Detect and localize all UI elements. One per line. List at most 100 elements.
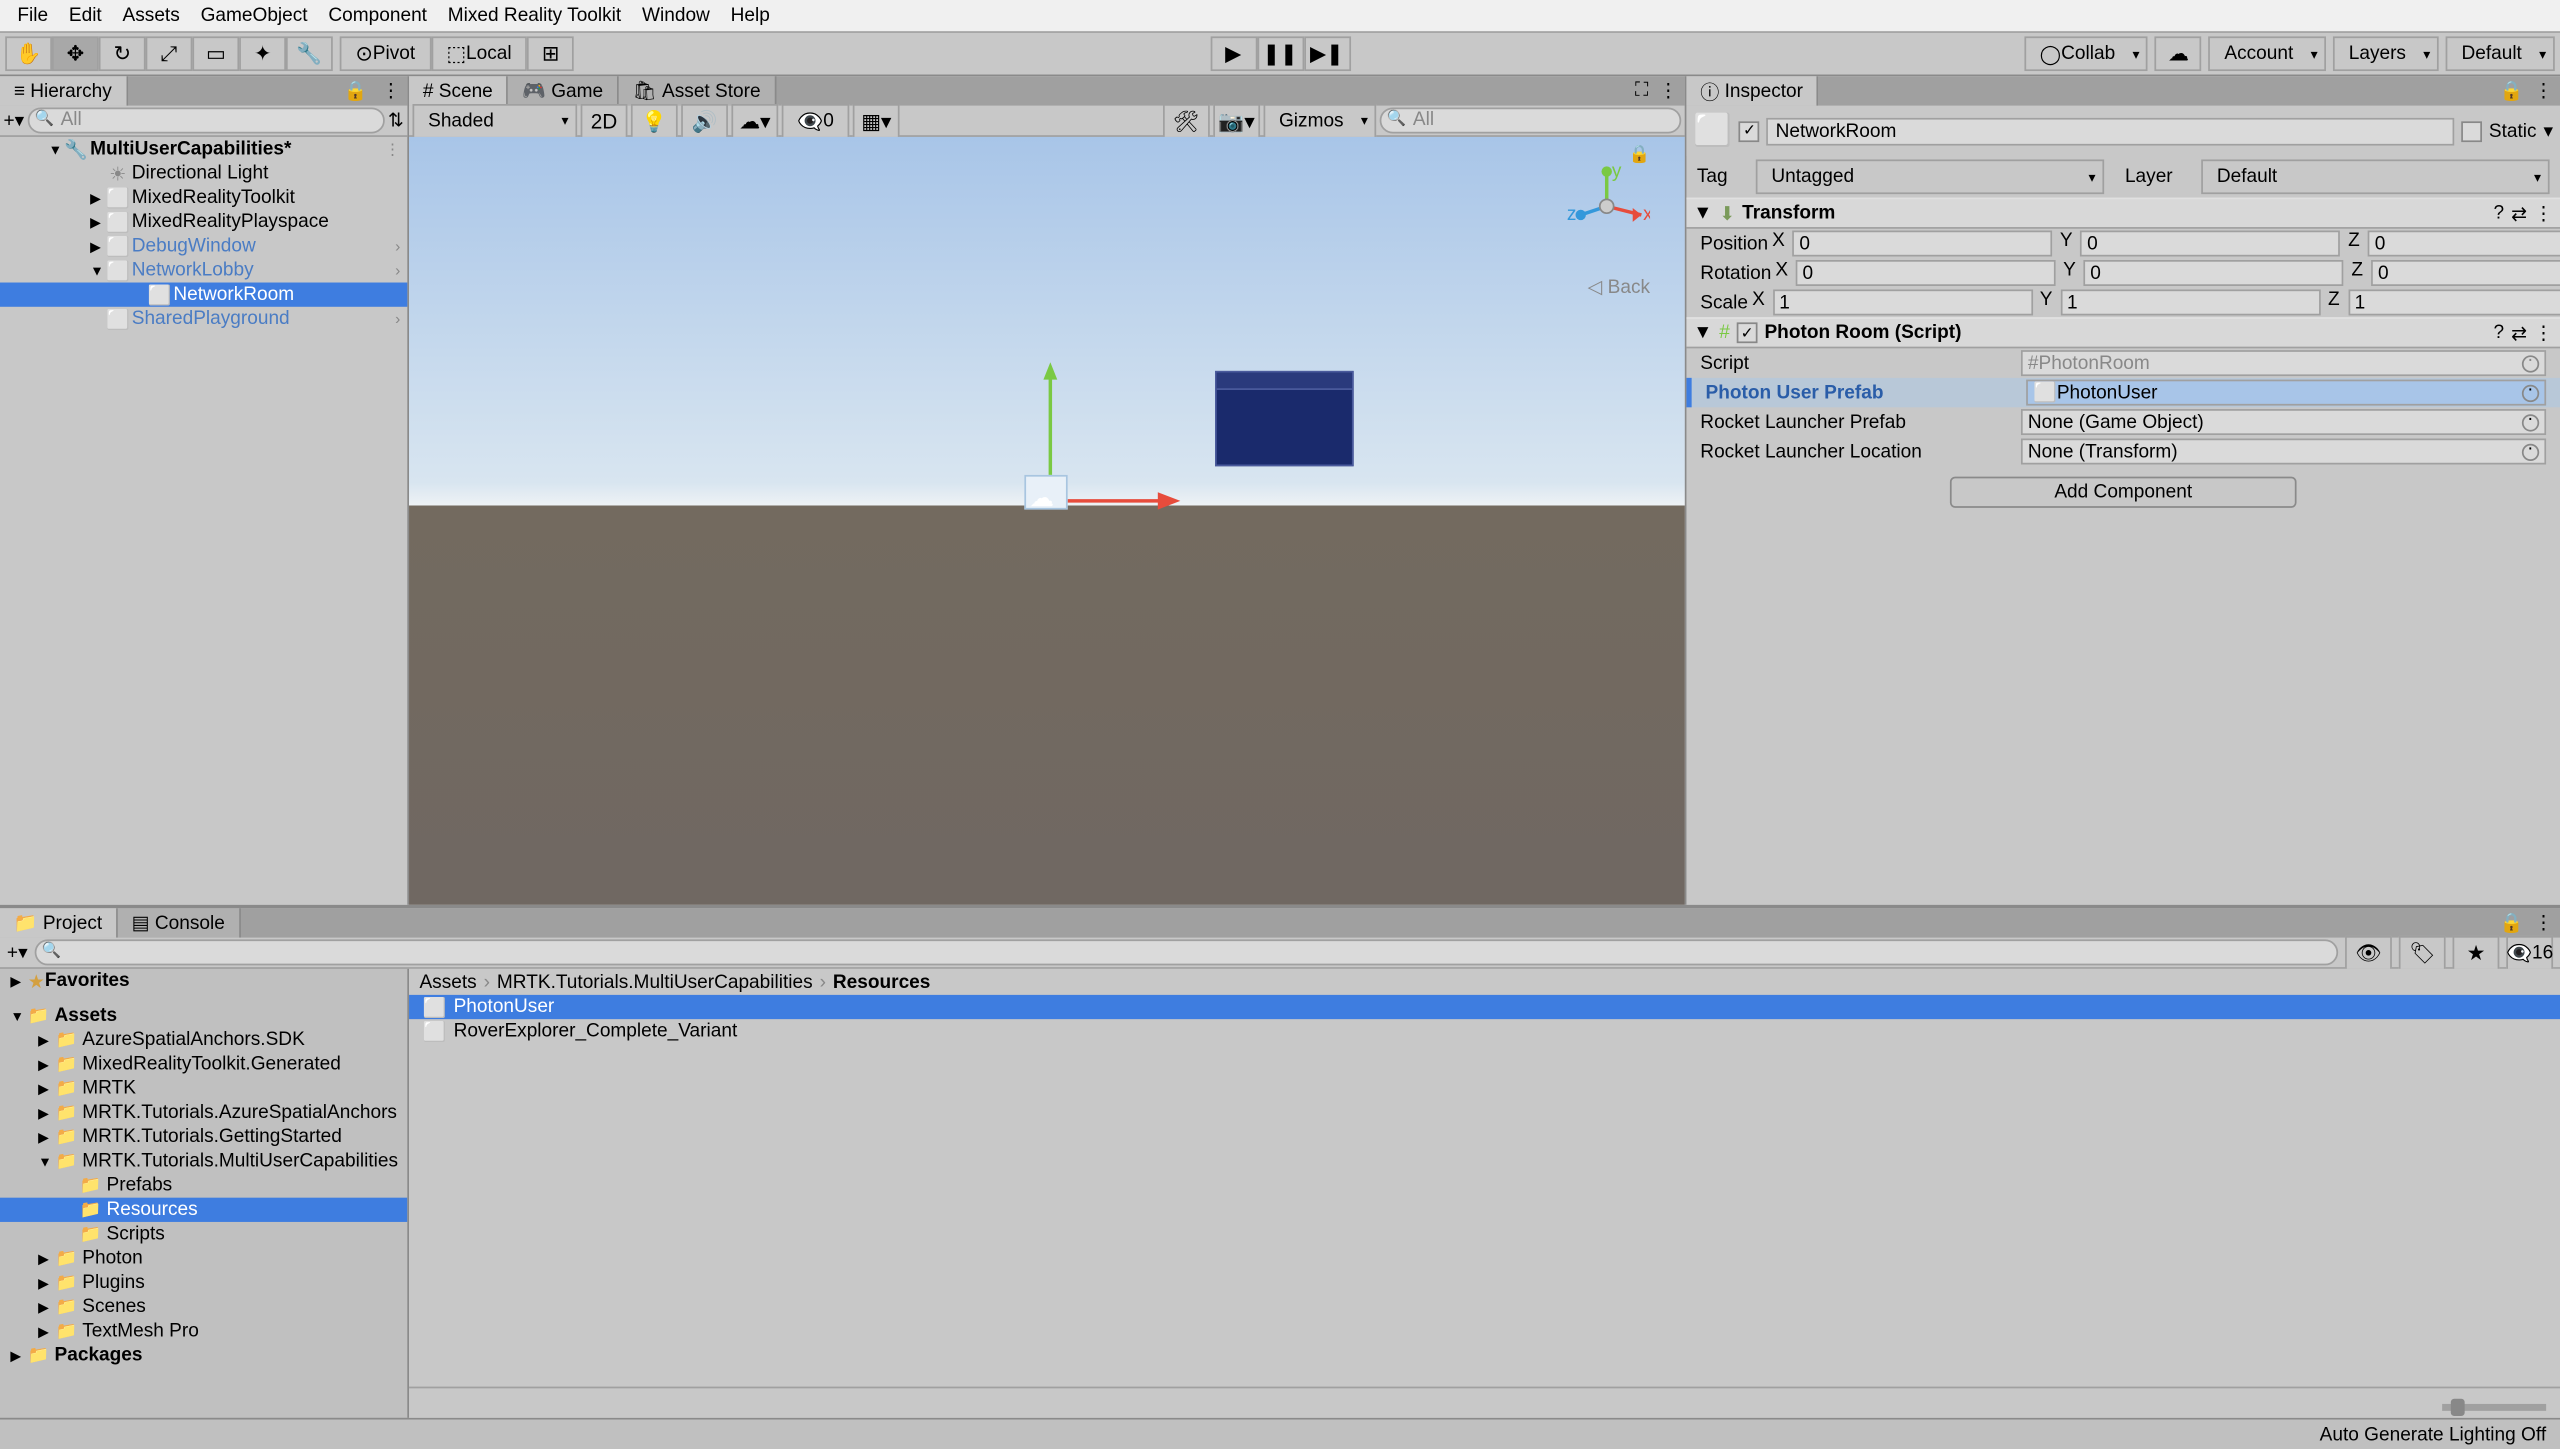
rotation-y[interactable]: [2083, 260, 2343, 286]
audio-toggle[interactable]: 🔊: [681, 103, 728, 138]
hierarchy-lock-icon[interactable]: 🔒: [337, 76, 375, 105]
collab-dropdown[interactable]: ◯ Collab: [2024, 36, 2148, 71]
photon-enabled-checkbox[interactable]: ✓: [1737, 322, 1758, 343]
orientation-gizmo[interactable]: y x z 🔒: [1563, 163, 1650, 250]
hierarchy-item[interactable]: ▼⬜NetworkLobby›: [0, 258, 407, 282]
project-menu-icon[interactable]: ⋮: [2527, 908, 2560, 937]
photon-menu-icon[interactable]: ⋮: [2534, 322, 2553, 345]
create-dropdown[interactable]: +▾: [3, 109, 24, 132]
hierarchy-item[interactable]: ▶⬜MixedRealityToolkit: [0, 185, 407, 209]
scale-x[interactable]: [1772, 289, 2032, 315]
project-search[interactable]: [35, 939, 2339, 965]
lock-gizmo-icon[interactable]: 🔒: [1628, 146, 1650, 165]
scene-menu-icon[interactable]: ⋮: [1652, 76, 1685, 105]
folder-item[interactable]: ▶📁 MixedRealityToolkit.Generated: [0, 1052, 407, 1076]
transform-menu-icon[interactable]: ⋮: [2534, 202, 2553, 225]
scale-z[interactable]: [2348, 289, 2560, 315]
transform-preset-icon[interactable]: ⇄: [2511, 202, 2527, 225]
position-z[interactable]: [2368, 231, 2560, 257]
hierarchy-filter-icon[interactable]: ⇅: [388, 109, 404, 132]
breadcrumb-assets[interactable]: Assets: [419, 971, 476, 992]
active-checkbox[interactable]: ✓: [1739, 120, 1760, 141]
folder-item[interactable]: ▶📁 MRTK.Tutorials.AzureSpatialAnchors: [0, 1101, 407, 1125]
menu-mrtk[interactable]: Mixed Reality Toolkit: [437, 5, 631, 26]
folder-item[interactable]: ▼📁 MRTK.Tutorials.MultiUserCapabilities: [0, 1149, 407, 1173]
photon-user-prefab-field[interactable]: ⬜PhotonUser: [2026, 380, 2546, 406]
rotate-tool[interactable]: ↻: [99, 36, 146, 71]
hierarchy-tab[interactable]: ≡ Hierarchy: [0, 76, 127, 105]
rotation-x[interactable]: [1796, 260, 2056, 286]
gameobject-icon[interactable]: ⬜: [1693, 113, 1732, 149]
folder-item[interactable]: ▶📁 Photon: [0, 1246, 407, 1270]
inspector-menu-icon[interactable]: ⋮: [2527, 76, 2560, 105]
step-button[interactable]: ▶❚: [1303, 36, 1350, 71]
zoom-slider[interactable]: [2442, 1404, 2546, 1411]
move-tool[interactable]: ✥: [52, 36, 99, 71]
menu-help[interactable]: Help: [720, 5, 780, 26]
play-button[interactable]: ▶: [1210, 36, 1257, 71]
add-component-button[interactable]: Add Component: [1950, 477, 2297, 508]
snap-toggle[interactable]: ⊞: [527, 36, 574, 71]
shading-dropdown[interactable]: Shaded: [413, 103, 578, 138]
grid-toggle[interactable]: ▦▾: [853, 103, 900, 138]
layers-dropdown[interactable]: Layers: [2333, 36, 2439, 71]
hidden-packages-icon[interactable]: 👁‍🗨16: [2506, 935, 2553, 970]
hand-tool[interactable]: ✋: [5, 36, 52, 71]
inspector-tab[interactable]: ⓘ Inspector: [1686, 76, 1818, 105]
rocket-launcher-prefab-field[interactable]: None (Game Object): [2021, 409, 2546, 435]
folder-item[interactable]: ▶📁 TextMesh Pro: [0, 1319, 407, 1343]
hierarchy-item[interactable]: ⬜NetworkRoom: [0, 283, 407, 307]
menu-gameobject[interactable]: GameObject: [190, 5, 318, 26]
scene-menu-icon[interactable]: ⋮: [385, 140, 401, 159]
folder-item[interactable]: 📁 Resources: [0, 1198, 407, 1222]
menu-component[interactable]: Component: [318, 5, 437, 26]
inspector-lock-icon[interactable]: 🔒: [2496, 76, 2527, 105]
tools-icon[interactable]: 🛠: [1163, 103, 1210, 138]
tab-project[interactable]: 📁 Project: [0, 908, 118, 937]
layout-dropdown[interactable]: Default: [2446, 36, 2555, 71]
rocket-launcher-location-field[interactable]: None (Transform): [2021, 439, 2546, 465]
project-create-dropdown[interactable]: +▾: [7, 941, 28, 964]
local-toggle[interactable]: ⬚Local: [431, 36, 527, 71]
static-checkbox[interactable]: [2461, 120, 2482, 141]
breadcrumb-current[interactable]: Resources: [833, 971, 931, 992]
menu-file[interactable]: File: [7, 5, 59, 26]
scale-tool[interactable]: ⤢: [146, 36, 193, 71]
hidden-toggle[interactable]: 👁‍🗨0: [782, 103, 850, 138]
scene-viewport[interactable]: y x z 🔒 ◁ Back: [409, 137, 1685, 905]
folder-item[interactable]: ▶📁 Plugins: [0, 1270, 407, 1294]
transform-header[interactable]: ▼⬇ Transform ? ⇄ ⋮: [1686, 198, 2560, 229]
folder-item[interactable]: 📁 Scripts: [0, 1222, 407, 1246]
lighting-status[interactable]: Auto Generate Lighting Off: [2320, 1424, 2546, 1445]
scene-search[interactable]: All: [1380, 107, 1681, 133]
menu-window[interactable]: Window: [632, 5, 721, 26]
tab-scene[interactable]: # Scene: [409, 76, 508, 105]
static-dropdown-icon[interactable]: ▾: [2543, 120, 2553, 143]
lighting-toggle[interactable]: 💡: [631, 103, 678, 138]
account-dropdown[interactable]: Account: [2209, 36, 2326, 71]
tab-assetstore[interactable]: 🛍 Asset Store: [619, 76, 776, 105]
favorites-root[interactable]: ▶★ Favorites: [0, 969, 407, 993]
position-x[interactable]: [1792, 231, 2052, 257]
object-name-input[interactable]: [1767, 117, 2454, 145]
folder-item[interactable]: 📁 Prefabs: [0, 1173, 407, 1197]
pivot-toggle[interactable]: ⊙Pivot: [340, 36, 431, 71]
folder-item[interactable]: ▶📁 MRTK.Tutorials.GettingStarted: [0, 1125, 407, 1149]
filter-by-label-icon[interactable]: 🏷: [2399, 935, 2446, 970]
hierarchy-item[interactable]: ▶⬜DebugWindow›: [0, 234, 407, 258]
tag-dropdown[interactable]: Untagged: [1756, 159, 2104, 194]
asset-item[interactable]: ⬜ RoverExplorer_Complete_Variant: [409, 1019, 2560, 1043]
photon-help-icon[interactable]: ?: [2494, 322, 2505, 343]
breadcrumb-folder[interactable]: MRTK.Tutorials.MultiUserCapabilities: [497, 971, 813, 992]
hierarchy-item[interactable]: ☀Directional Light: [0, 161, 407, 185]
gizmos-dropdown[interactable]: Gizmos: [1263, 103, 1376, 138]
menu-assets[interactable]: Assets: [112, 5, 190, 26]
scene-root[interactable]: ▼ 🔧 MultiUserCapabilities* ⋮: [0, 137, 407, 161]
asset-item[interactable]: ⬜ PhotonUser: [409, 995, 2560, 1019]
transform-help-icon[interactable]: ?: [2494, 203, 2505, 224]
hierarchy-item[interactable]: ▶⬜MixedRealityPlayspace: [0, 210, 407, 234]
scale-y[interactable]: [2060, 289, 2320, 315]
hierarchy-search[interactable]: All: [28, 107, 385, 133]
tab-console[interactable]: ▤ Console: [118, 908, 241, 937]
favorite-filter-icon[interactable]: ★: [2453, 935, 2500, 970]
